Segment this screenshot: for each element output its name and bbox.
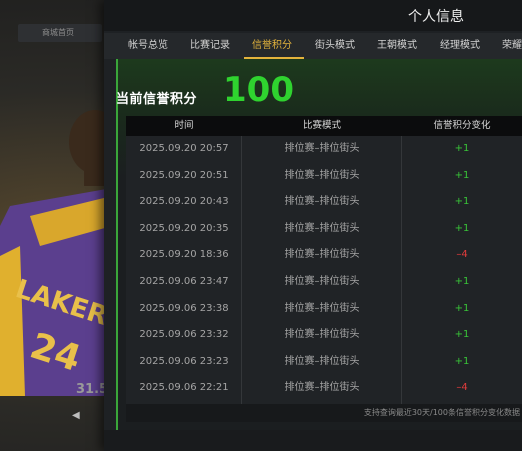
tab-honor[interactable]: 荣耀 xyxy=(502,33,522,59)
table-row: 2025.09.20 20:51 排位赛–排位街头 +1 xyxy=(126,163,522,190)
row-score-change: +1 xyxy=(454,302,470,314)
table-footer: 支持查询最近30天/100条信誉积分变化数据 xyxy=(126,404,522,422)
panel-title: 个人信息 xyxy=(408,9,464,25)
row-mode: 排位赛–排位街头 xyxy=(284,169,360,181)
tab-manager-mode[interactable]: 经理模式 xyxy=(440,33,480,59)
table-header: 时间 比赛模式 信誉积分变化 xyxy=(126,116,522,136)
row-mode: 排位赛–排位街头 xyxy=(284,196,360,208)
current-score-label: 当前信誉积分 xyxy=(116,92,198,107)
row-time: 2025.09.20 20:35 xyxy=(139,222,229,234)
row-mode: 排位赛–排位街头 xyxy=(284,143,360,154)
player-portrait-image: LAKERS 24 xyxy=(0,110,112,396)
row-time: 2025.09.06 22:21 xyxy=(139,382,229,394)
row-score-change: +1 xyxy=(454,329,470,341)
table-row: 2025.09.06 22:21 排位赛–排位街头 –4 xyxy=(126,375,522,402)
tab-account-overview[interactable]: 帐号总览 xyxy=(128,33,168,59)
row-score-change: +1 xyxy=(454,355,470,367)
row-score-change: –4 xyxy=(456,249,468,261)
tab-bar: 帐号总览 比赛记录 信誉积分 街头模式 王朝模式 经理模式 荣耀 xyxy=(104,33,522,59)
row-time: 2025.09.20 20:43 xyxy=(139,196,229,208)
table-row: 2025.09.06 23:38 排位赛–排位街头 +1 xyxy=(126,296,522,323)
row-mode: 排位赛–排位街头 xyxy=(284,276,360,287)
tab-credit-score[interactable]: 信誉积分 xyxy=(252,33,292,59)
table-row: 2025.09.20 20:43 排位赛–排位街头 +1 xyxy=(126,189,522,216)
left-arrow-icon[interactable]: ◀ xyxy=(72,410,80,421)
row-time: 2025.09.06 23:47 xyxy=(139,276,229,287)
table-row: 2025.09.20 20:57 排位赛–排位街头 +1 xyxy=(126,136,522,163)
header-time: 时间 xyxy=(174,120,194,131)
title-bar: 个人信息 xyxy=(104,0,522,31)
header-mode: 比赛模式 xyxy=(302,120,341,131)
table-row: 2025.09.06 23:32 排位赛–排位街头 +1 xyxy=(126,322,522,349)
background-tab-label: 商城首页 xyxy=(42,28,74,37)
row-score-change: +1 xyxy=(454,196,470,208)
tab-match-history[interactable]: 比赛记录 xyxy=(190,33,230,59)
query-footnote: 支持查询最近30天/100条信誉积分变化数据 xyxy=(363,408,520,417)
row-time: 2025.09.20 20:57 xyxy=(139,143,229,154)
row-mode: 排位赛–排位街头 xyxy=(284,355,360,367)
row-mode: 排位赛–排位街头 xyxy=(284,329,360,341)
row-mode: 排位赛–排位街头 xyxy=(284,249,360,261)
header-change: 信誉积分变化 xyxy=(433,120,491,131)
bottom-strip xyxy=(104,430,522,451)
row-score-change: +1 xyxy=(454,169,470,181)
tab-dynasty-mode[interactable]: 王朝模式 xyxy=(377,33,417,59)
row-score-change: +1 xyxy=(454,143,470,154)
table-row: 2025.09.06 23:23 排位赛–排位街头 +1 xyxy=(126,349,522,376)
table-row: 2025.09.20 20:35 排位赛–排位街头 +1 xyxy=(126,216,522,243)
current-score-value: 100 xyxy=(223,70,294,110)
row-score-change: +1 xyxy=(454,276,470,287)
row-mode: 排位赛–排位街头 xyxy=(284,382,360,394)
table-row: 2025.09.20 18:36 排位赛–排位街头 –4 xyxy=(126,242,522,269)
row-mode: 排位赛–排位街头 xyxy=(284,222,360,234)
personal-info-panel: 个人信息 帐号总览 比赛记录 信誉积分 街头模式 王朝模式 经理模式 荣耀 当前… xyxy=(104,0,522,451)
row-time: 2025.09.20 20:51 xyxy=(139,169,229,181)
row-mode: 排位赛–排位街头 xyxy=(284,302,360,314)
tab-street-mode[interactable]: 街头模式 xyxy=(315,33,355,59)
row-score-change: –4 xyxy=(456,382,468,394)
row-time: 2025.09.06 23:23 xyxy=(139,355,229,367)
row-time: 2025.09.20 18:36 xyxy=(139,249,229,261)
table-row: 2025.09.06 23:47 排位赛–排位街头 +1 xyxy=(126,269,522,296)
row-time: 2025.09.06 23:32 xyxy=(139,329,229,341)
row-time: 2025.09.06 23:38 xyxy=(139,302,229,314)
row-score-change: +1 xyxy=(454,222,470,234)
